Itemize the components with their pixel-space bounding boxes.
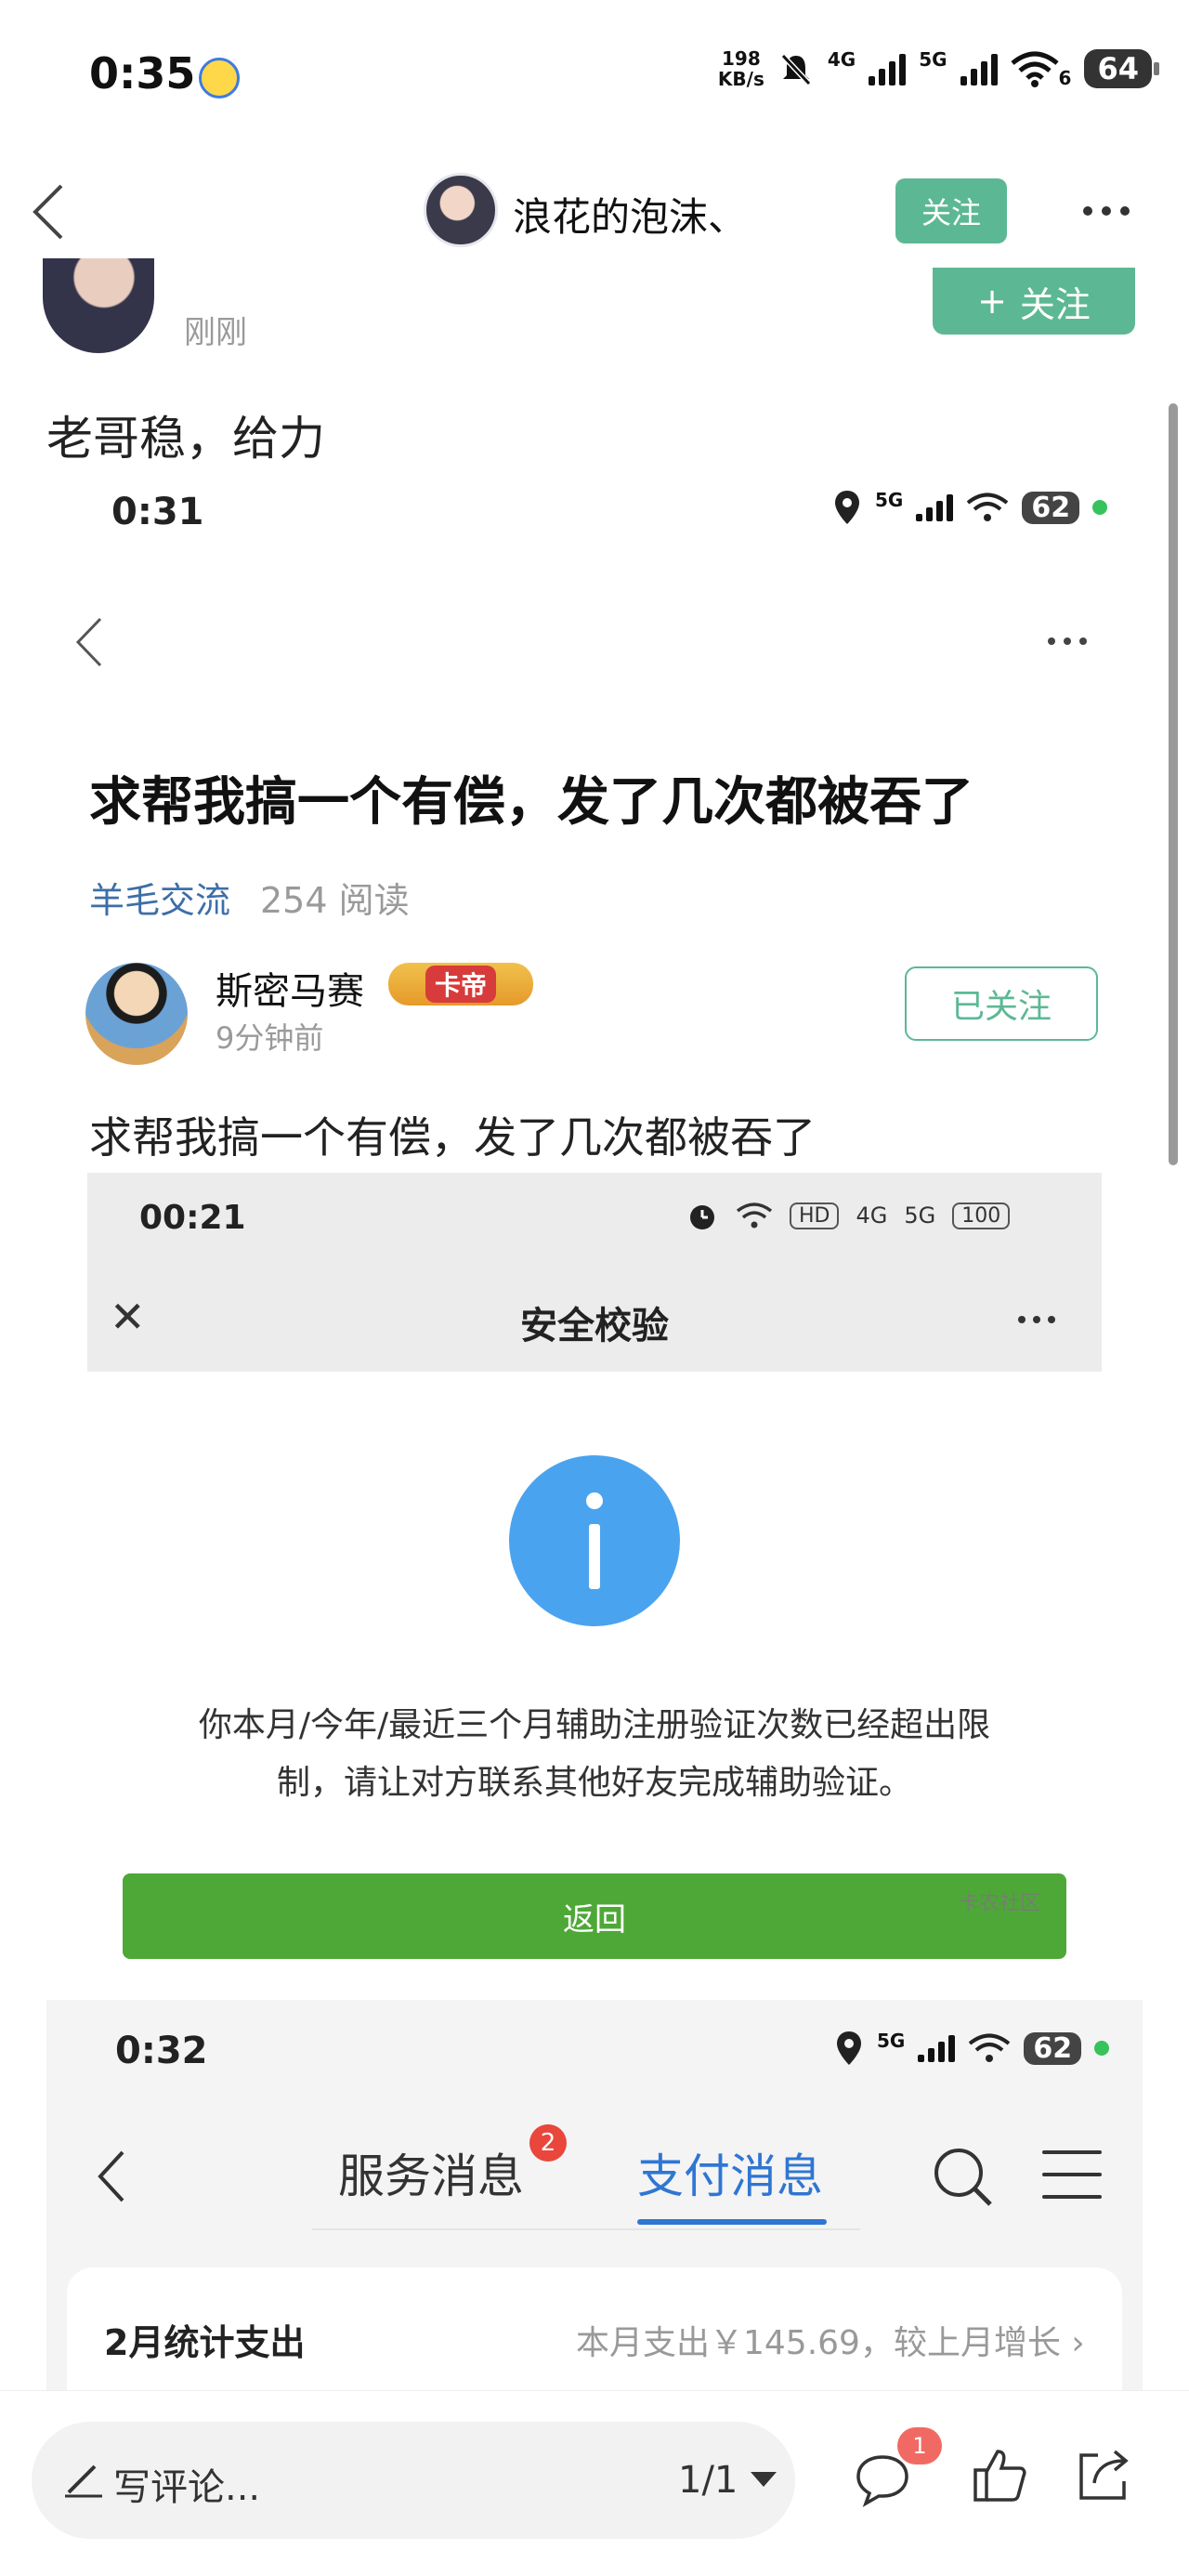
embedded-status-time: 0:31 <box>111 491 204 533</box>
comment-placeholder[interactable]: 写评论... <box>113 2457 260 2511</box>
embedded-more-icon <box>1048 637 1087 645</box>
battery-indicator: 64 <box>1084 49 1159 88</box>
embedded-battery: 62 <box>1022 491 1080 524</box>
search-icon <box>934 2149 992 2206</box>
status-time: 0:35 <box>89 48 196 99</box>
embedded-rank-badge: 卡帝 <box>388 963 533 1005</box>
embedded-category: 羊毛交流 <box>89 880 231 921</box>
nested-3-status-time: 0:32 <box>115 2030 208 2072</box>
signal-2-label: 5G <box>919 48 947 71</box>
signal-1-bars-icon <box>869 52 907 85</box>
dropdown-caret-icon[interactable] <box>751 2472 777 2487</box>
pencil-icon <box>65 2464 102 2498</box>
nested-3-location-icon <box>837 2031 861 2065</box>
embedded-post-body: 求帮我搞一个有偿，发了几次都被吞了 <box>89 1112 816 1163</box>
thumbs-up-icon[interactable] <box>970 2444 1031 2505</box>
privacy-dot-icon <box>1092 500 1108 515</box>
nested-status-time: 00:21 <box>139 1199 246 1237</box>
embedded-followed-button: 已关注 <box>905 966 1098 1041</box>
status-right-group: 198 KB/s 4G 5G 6 64 <box>717 47 1159 90</box>
embedded-back-icon <box>75 617 102 667</box>
nested-3-signal-bars-icon <box>918 2034 956 2062</box>
info-icon <box>509 1455 680 1626</box>
post-follow-label: 关注 <box>1019 283 1091 325</box>
post-text: 老哥稳，给力 <box>46 412 325 466</box>
verification-message: 你本月/今年/最近三个月辅助注册验证次数已经超出限 制，请让对方联系其他好友完成… <box>198 1706 991 1802</box>
nested-battery: 100 <box>952 1202 1011 1229</box>
alarm-clock-icon <box>690 1205 714 1229</box>
nested-3-battery: 62 <box>1024 2031 1082 2065</box>
tab-service-badge: 2 <box>529 2124 567 2162</box>
location-pin-icon <box>835 491 859 524</box>
menu-icon <box>1042 2150 1102 2199</box>
nested-signal-2: 5G <box>904 1203 936 1229</box>
nested-3-wifi-icon <box>969 2033 1011 2062</box>
plus-icon: + <box>977 281 1007 322</box>
nav-user-name[interactable]: 浪花的泡沫、 <box>513 186 747 243</box>
nav-follow-button[interactable]: 关注 <box>895 178 1007 243</box>
nested-more-icon <box>1018 1316 1055 1323</box>
hd-indicator: HD <box>790 1202 840 1229</box>
page-indicator[interactable]: 1/1 <box>678 2459 738 2502</box>
tabs-divider <box>312 2228 860 2230</box>
signal-1-label: 4G <box>827 48 856 71</box>
nested-page-title: 安全校验 <box>520 1305 669 1347</box>
chevron-right-icon: › <box>1071 2324 1085 2362</box>
back-arrow-icon[interactable] <box>28 182 69 242</box>
post-follow-button[interactable]: + 关注 <box>933 268 1135 335</box>
nested-status-group: HD 4G 5G 100 <box>686 1199 1011 1232</box>
comment-count-badge: 1 <box>897 2427 942 2464</box>
signal-2-bars-icon <box>960 52 998 85</box>
bell-muted-icon <box>780 53 812 86</box>
watermark-logo: 卡农社区 <box>959 1892 1041 1915</box>
embedded-signal-bars-icon <box>916 493 954 521</box>
embedded-wifi-icon <box>967 493 1009 521</box>
wifi-icon <box>1010 51 1059 87</box>
net-speed: 198 KB/s <box>717 47 764 90</box>
active-tab-indicator <box>637 2219 827 2225</box>
tab-service-messages: 服务消息 <box>338 2149 524 2203</box>
nested-wifi-icon <box>736 1203 773 1229</box>
app-notification-icon <box>199 58 240 99</box>
nested-signal-1: 4G <box>856 1203 888 1229</box>
nested-return-button: 返回 <box>123 1873 1066 1959</box>
nested-3-status-group: 5G 62 <box>834 2030 1110 2067</box>
embedded-time-ago: 9分钟前 <box>216 1020 324 1056</box>
spending-card-summary: 本月支出￥145.69，较上月增长 › <box>576 2324 1085 2362</box>
embedded-author-name: 斯密马赛 <box>216 970 364 1013</box>
embedded-post-title: 求帮我搞一个有偿，发了几次都被吞了 <box>89 772 973 833</box>
nested-3-back-icon <box>98 2150 124 2202</box>
spending-card-title: 2月统计支出 <box>104 2322 306 2363</box>
nav-user-avatar[interactable] <box>424 173 498 247</box>
embedded-read-count: 254 阅读 <box>260 880 410 921</box>
nested-3-privacy-dot-icon <box>1094 2041 1110 2056</box>
share-icon[interactable] <box>1074 2444 1131 2505</box>
scrollbar[interactable] <box>1169 403 1178 1165</box>
embedded-status-group: 5G 62 <box>832 489 1108 526</box>
wifi-sub-label: 6 <box>1058 67 1072 89</box>
nested-3-signal-label: 5G <box>877 2030 906 2052</box>
embedded-signal-label: 5G <box>875 489 904 511</box>
embedded-author-avatar <box>85 963 188 1065</box>
post-author-avatar[interactable] <box>43 258 154 353</box>
more-options-icon[interactable] <box>1083 206 1130 216</box>
tab-payment-messages: 支付消息 <box>637 2149 823 2203</box>
post-time: 刚刚 <box>184 314 247 351</box>
